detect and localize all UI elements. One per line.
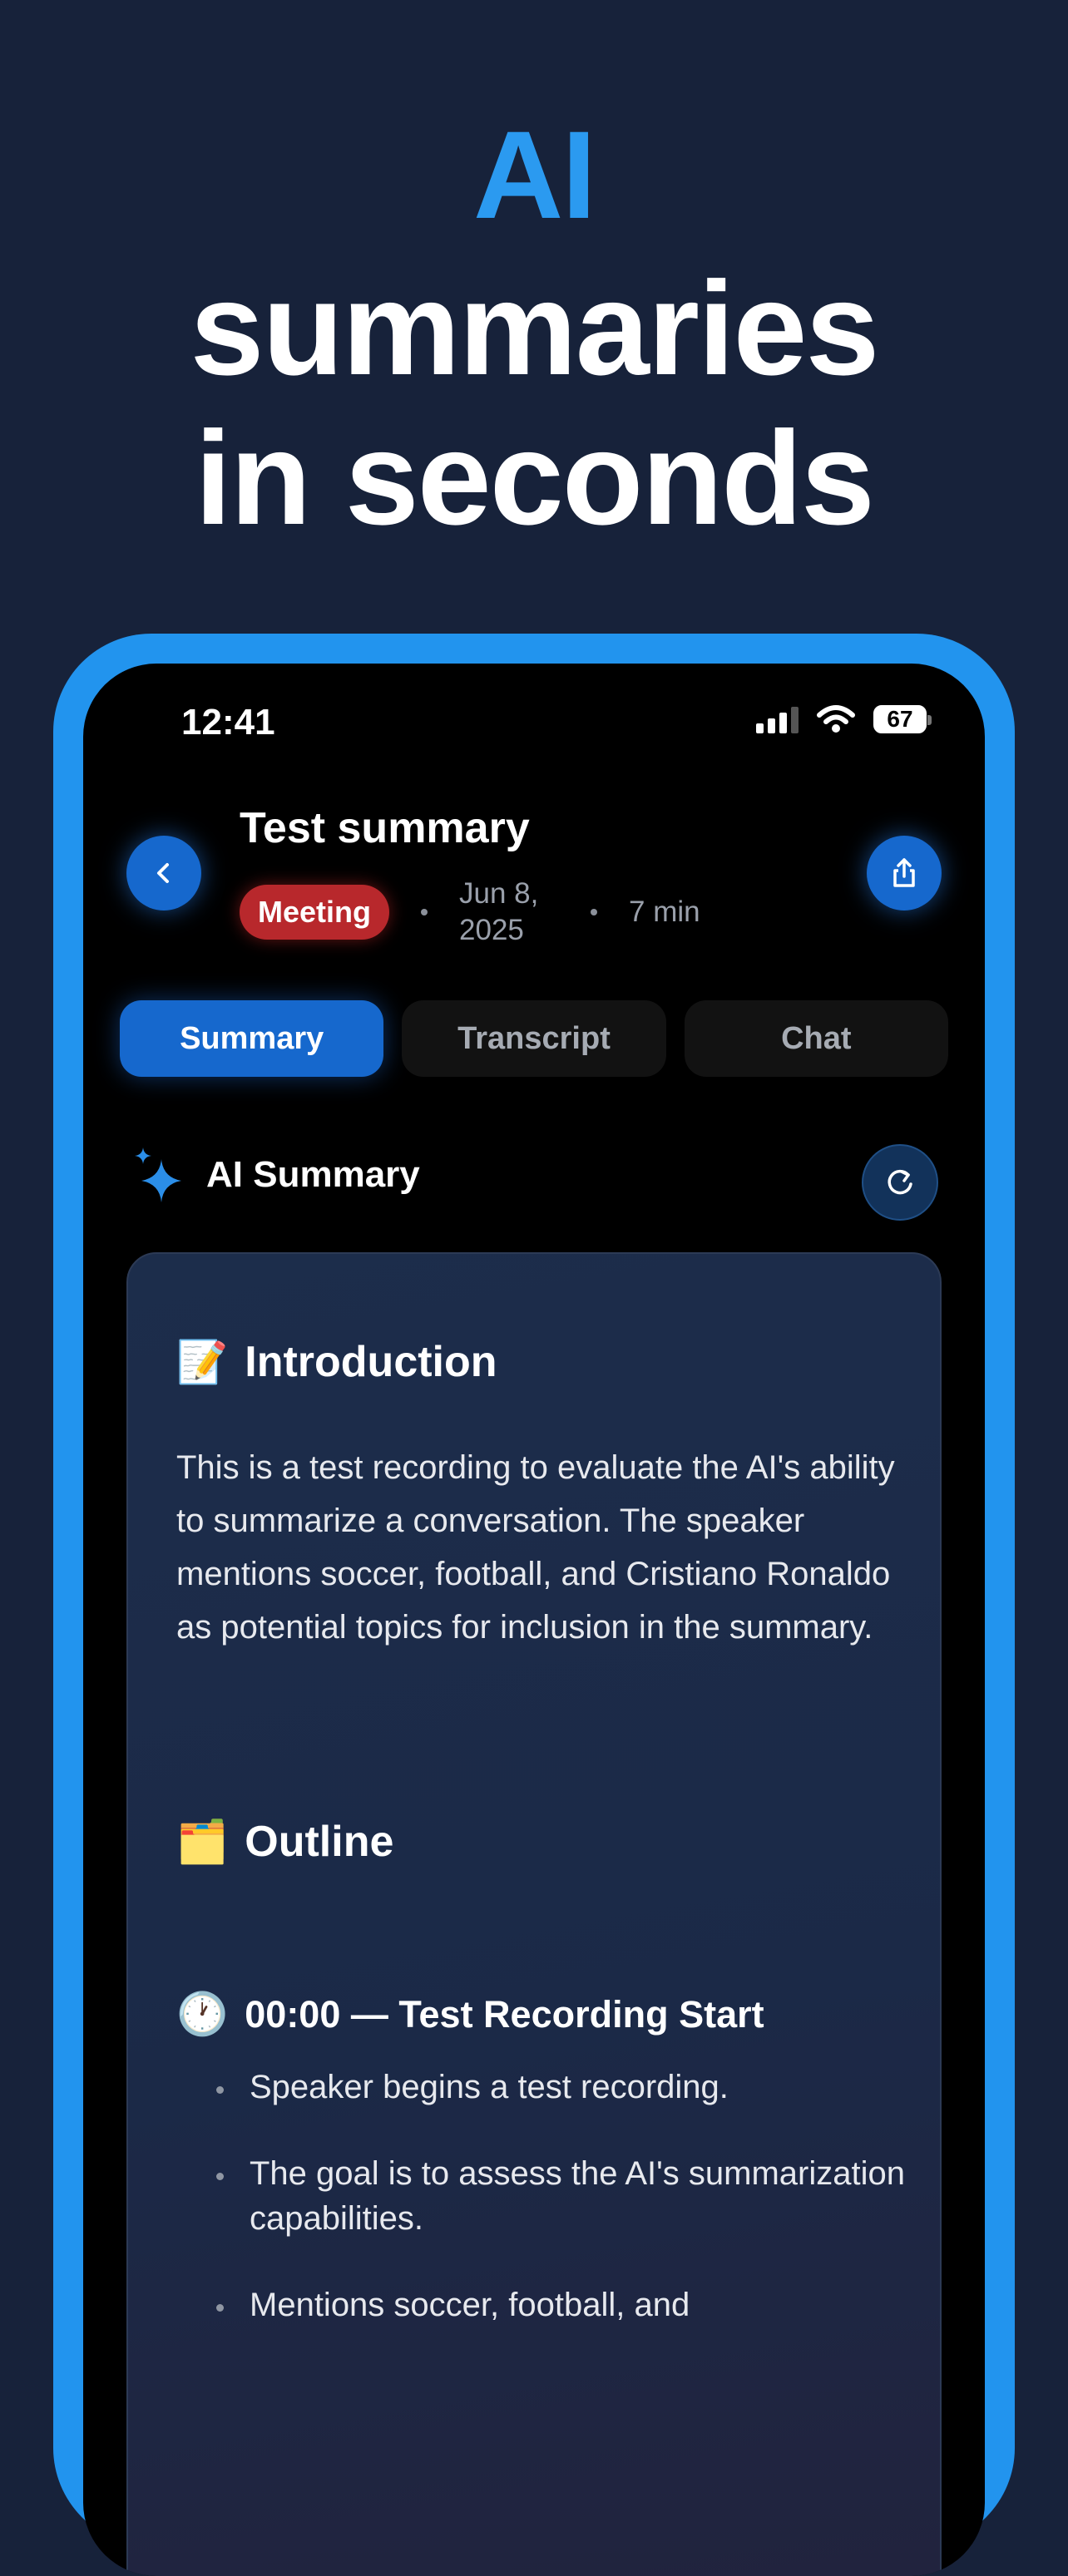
chevron-left-icon — [157, 863, 169, 883]
share-icon — [893, 858, 915, 887]
tab-summary[interactable]: Summary — [120, 1000, 384, 1077]
battery-icon: 67 — [873, 705, 932, 733]
recording-duration: 7 min — [629, 896, 700, 928]
recording-title: Test summary — [240, 804, 530, 852]
intro-text: This is a test recording to evaluate the… — [176, 1449, 895, 1646]
outline-heading: 🗂️ Outline — [176, 1817, 393, 1867]
recording-date: Jun 8, 2025 — [459, 877, 539, 946]
meta-row: Meeting Jun 8, 2025 7 min — [240, 876, 700, 949]
folder-icon: 🗂️ — [176, 1818, 229, 1865]
intro-title: Introduction — [245, 1338, 497, 1386]
share-button[interactable] — [867, 836, 942, 910]
clock-icon: 🕐 — [176, 1991, 229, 2037]
phone-screen: 12:41 67 Test summary Meeting Jun 8, 202… — [83, 664, 985, 2576]
list-item: Mentions soccer, football, and — [176, 2282, 908, 2327]
back-button[interactable] — [126, 836, 201, 910]
headline-summaries: summaries — [190, 254, 880, 402]
headline-in-seconds: in seconds — [195, 403, 875, 552]
list-item: The goal is to assess the AI's summariza… — [176, 2151, 908, 2241]
category-badge[interactable]: Meeting — [240, 885, 390, 940]
outline-title: Outline — [245, 1818, 394, 1866]
status-time: 12:41 — [181, 702, 275, 743]
memo-icon: 📝 — [176, 1338, 229, 1385]
separator-dot — [591, 909, 598, 915]
tab-chat[interactable]: Chat — [684, 1000, 948, 1077]
tab-bar: Summary Transcript Chat — [120, 1000, 948, 1077]
intro-heading: 📝 Introduction — [176, 1337, 497, 1387]
signal-icon — [756, 705, 799, 733]
timestamp-heading: 🕐 00:00 — Test Recording Start — [176, 1990, 764, 2039]
separator-dot — [421, 909, 428, 915]
wifi-icon — [817, 705, 855, 733]
ai-summary-header: AI Summary — [131, 1146, 420, 1204]
status-icons: 67 — [756, 705, 932, 733]
headline-ai: AI — [473, 105, 596, 244]
list-item: Speaker begins a test recording. — [176, 2065, 908, 2110]
sparkle-icon — [135, 1147, 181, 1202]
refresh-icon — [888, 1169, 912, 1195]
ai-summary-label: AI Summary — [206, 1154, 420, 1195]
summary-card: 📝 Introduction This is a test recording … — [126, 1252, 942, 2576]
tab-transcript[interactable]: Transcript — [402, 1000, 666, 1077]
regenerate-button[interactable] — [862, 1144, 938, 1221]
bullet-list: Speaker begins a test recording. The goa… — [176, 2065, 908, 2369]
timestamp-title: 00:00 — Test Recording Start — [245, 1992, 764, 2036]
